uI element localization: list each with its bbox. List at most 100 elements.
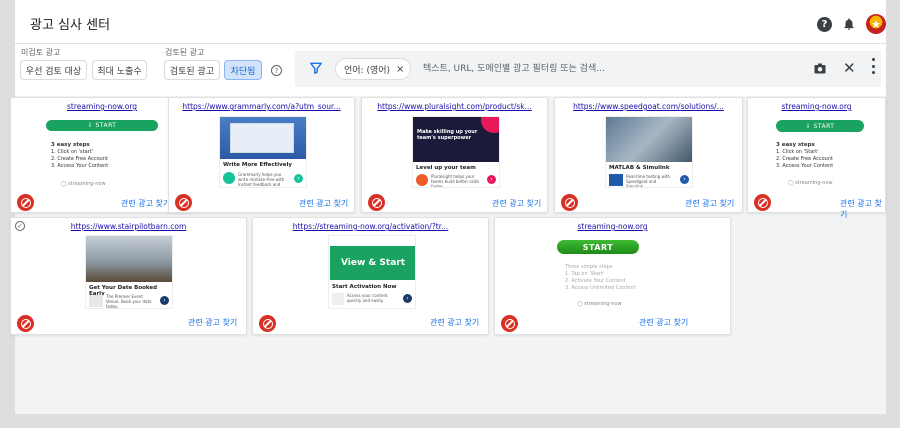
filter-row: 미검토 광고 우선 검토 대상 최대 노출수 검토된 광고 검토된 광고 차단됨… xyxy=(15,44,886,96)
find-related-ads-link[interactable]: 관련 광고 찾기 xyxy=(299,198,348,209)
ad-start-button: ⇩ START xyxy=(46,120,158,131)
ad-step-2: 2. Activate Your Content xyxy=(565,278,626,284)
unreviewed-group-label: 미검토 광고 xyxy=(21,48,61,57)
language-filter-label: 언어: (영어) xyxy=(344,65,391,76)
max-exposure-chip[interactable]: 최대 노출수 xyxy=(92,60,147,80)
page-title: 광고 심사 센터 xyxy=(30,18,111,33)
ad-brand-logo: ◯ streaming-now xyxy=(61,181,106,187)
block-ad-icon[interactable] xyxy=(501,315,518,332)
camera-icon[interactable] xyxy=(814,63,826,74)
blocked-chip[interactable]: 차단됨 xyxy=(224,60,262,80)
find-related-ads-link[interactable]: 관련 광고 찾기 xyxy=(430,317,479,328)
filter-help-icon[interactable]: ? xyxy=(271,65,282,76)
left-backdrop xyxy=(0,0,15,428)
ad-steps: 3 easy steps 1. Click on 'Start' 2. Crea… xyxy=(776,142,833,170)
find-related-ads-link[interactable]: 관련 광고 찾기 xyxy=(639,317,688,328)
ad-brand-logo: ◯ streaming-now xyxy=(788,180,833,186)
app-header: 광고 심사 센터 ? ★ xyxy=(15,0,886,44)
ad-step-1: 1. Click on 'start' xyxy=(51,149,94,155)
ad-steps-title: Three simple steps xyxy=(565,264,613,270)
ad-step-3: 3. Access Your Content xyxy=(776,163,834,169)
ad-step-1: 1. Click on 'Start' xyxy=(776,149,819,155)
card-url-link[interactable]: streaming-now.org xyxy=(495,222,730,231)
ad-preview: Get Your Date Booked Early The Premier E… xyxy=(85,235,173,309)
ad-preview: Make skilling up your team's superpower … xyxy=(412,116,500,188)
ad-arrow-icon: › xyxy=(487,175,496,184)
ad-card[interactable]: streaming-now.org ⇩ START 3 easy steps 1… xyxy=(10,97,194,213)
advertiser-logo-icon xyxy=(332,293,344,305)
block-ad-icon[interactable] xyxy=(175,194,192,211)
ad-headline: Start Activation Now xyxy=(332,284,397,290)
ad-preview: ⇩ START 3 easy steps 1. Click on 'Start'… xyxy=(770,116,866,192)
find-related-ads-link[interactable]: 관련 광고 찾기 xyxy=(188,317,237,328)
bottom-backdrop xyxy=(0,414,900,428)
ad-steps: Three simple steps 1. Tap on 'Start' 2. … xyxy=(565,264,636,292)
block-ad-icon[interactable] xyxy=(368,194,385,211)
ad-banner-headline: Make skilling up your team's superpower xyxy=(417,129,478,141)
ad-steps-title: 3 easy steps xyxy=(51,142,90,148)
block-ad-icon[interactable] xyxy=(561,194,578,211)
language-chip-close-icon[interactable]: × xyxy=(396,64,404,75)
avatar-icon[interactable]: ★ xyxy=(866,14,886,34)
card-url-link[interactable]: https://www.stairpilotbarn.com xyxy=(11,222,246,231)
card-url-link[interactable]: streaming-now.org xyxy=(11,102,193,111)
ad-description: Real-time testing with Speedgoat and Sim… xyxy=(626,174,670,188)
block-ad-icon[interactable] xyxy=(754,194,771,211)
ad-card[interactable]: https://www.speedgoat.com/solutions/... … xyxy=(554,97,743,213)
ad-grid: streaming-now.org ⇩ START 3 easy steps 1… xyxy=(10,96,886,414)
ad-card[interactable]: streaming-now.org START Three simple ste… xyxy=(494,217,731,335)
ad-preview: Write More Effectively Grammarly helps y… xyxy=(219,116,307,188)
ad-description: The Premier Event Venue. Book your date … xyxy=(106,294,152,309)
ad-step-2: 2. Create Free Account xyxy=(776,156,833,162)
search-input[interactable] xyxy=(423,61,773,77)
ad-preview: View & Start Start Activation Now Access… xyxy=(328,235,416,309)
ad-card[interactable]: ✓ https://www.stairpilotbarn.com Get You… xyxy=(10,217,247,335)
ad-card[interactable]: https://www.grammarly.com/a?utm_sour... … xyxy=(168,97,355,213)
card-url-link[interactable]: https://www.pluralsight.com/product/sk..… xyxy=(362,102,547,111)
find-related-ads-link[interactable]: 관련 광고 찾기 xyxy=(840,198,885,220)
ad-step-3: 3. Access Your Content xyxy=(51,163,109,169)
find-related-ads-link[interactable]: 관련 광고 찾기 xyxy=(121,198,170,209)
ad-cta-banner: View & Start xyxy=(330,246,415,280)
ad-headline: MATLAB & Simulink xyxy=(609,165,670,171)
header-actions: ? ★ xyxy=(817,14,886,34)
block-ad-icon[interactable] xyxy=(17,315,34,332)
grammarly-logo-icon xyxy=(223,172,235,184)
ad-image xyxy=(606,117,692,162)
ad-steps: 3 easy steps 1. Click on 'start' 2. Crea… xyxy=(51,142,108,170)
clear-search-icon[interactable]: ✕ xyxy=(843,59,856,77)
ad-start-button: START xyxy=(557,240,639,254)
ad-arrow-icon: › xyxy=(294,174,303,183)
ad-brand-logo: ◯ streaming-now xyxy=(577,301,622,307)
ad-start-button: ⇩ START xyxy=(776,120,864,132)
ad-description: Grammarly helps you write mistake-free w… xyxy=(238,172,285,187)
priority-review-chip[interactable]: 우선 검토 대상 xyxy=(20,60,87,80)
card-url-link[interactable]: https://streaming-now.org/activation/?tr… xyxy=(253,222,488,231)
right-backdrop xyxy=(886,0,900,428)
ad-card[interactable]: https://www.pluralsight.com/product/sk..… xyxy=(361,97,548,213)
ad-arrow-icon: › xyxy=(403,294,412,303)
block-ad-icon[interactable] xyxy=(17,194,34,211)
card-url-link[interactable]: streaming-now.org xyxy=(748,102,885,111)
venue-logo-icon xyxy=(89,295,103,307)
find-related-ads-link[interactable]: 관련 광고 찾기 xyxy=(685,198,734,209)
ad-step-1: 1. Tap on 'Start' xyxy=(565,271,605,277)
ad-card[interactable]: https://streaming-now.org/activation/?tr… xyxy=(252,217,489,335)
ad-card[interactable]: streaming-now.org ⇩ START 3 easy steps 1… xyxy=(747,97,886,219)
bell-icon[interactable] xyxy=(842,17,856,31)
ad-description: Pluralsight helps your teams build bette… xyxy=(431,174,480,188)
help-icon[interactable]: ? xyxy=(817,16,832,32)
reviewed-ads-chip[interactable]: 검토된 광고 xyxy=(164,60,220,80)
language-filter-chip[interactable]: 언어: (영어) × xyxy=(335,58,412,80)
block-ad-icon[interactable] xyxy=(259,315,276,332)
card-url-link[interactable]: https://www.grammarly.com/a?utm_sour... xyxy=(169,102,354,111)
find-related-ads-link[interactable]: 관련 광고 찾기 xyxy=(492,198,541,209)
ad-step-2: 2. Create Free Account xyxy=(51,156,108,162)
more-options-icon[interactable] xyxy=(871,58,875,74)
card-url-link[interactable]: https://www.speedgoat.com/solutions/... xyxy=(555,102,742,111)
filter-funnel-icon[interactable] xyxy=(309,61,323,75)
ad-image: Make skilling up your team's superpower xyxy=(413,117,499,162)
ad-arrow-icon: › xyxy=(160,296,169,305)
ad-image xyxy=(220,117,306,159)
reviewed-group-label: 검토된 광고 xyxy=(165,48,205,57)
